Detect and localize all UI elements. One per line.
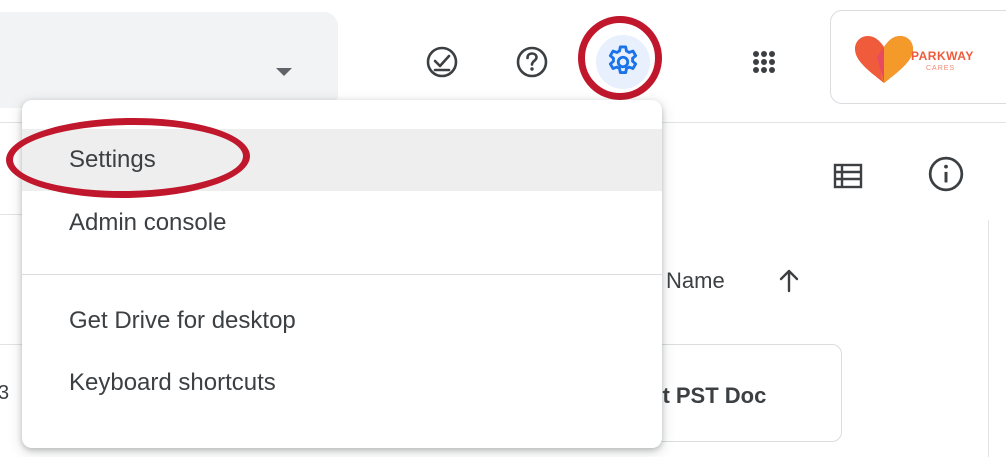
search-options-chevron-icon[interactable] — [276, 68, 292, 76]
offline-status-check-icon[interactable] — [418, 38, 466, 86]
menu-item-get-drive-for-desktop[interactable]: Get Drive for desktop — [22, 290, 662, 352]
partial-row-text: 3 — [0, 382, 10, 404]
help-icon[interactable] — [508, 38, 556, 86]
settings-highlight-annotation — [578, 16, 662, 100]
menu-item-keyboard-shortcuts[interactable]: Keyboard shortcuts — [22, 352, 662, 414]
heart-logo-icon — [855, 36, 913, 83]
arrow-up-icon[interactable] — [774, 266, 804, 296]
account-logo-button[interactable]: PARKWAY CARES — [830, 10, 1006, 104]
logo-subtext: CARES — [926, 65, 956, 72]
logo-text: PARKWAY — [911, 49, 974, 63]
info-icon[interactable] — [922, 150, 970, 198]
menu-item-admin-console[interactable]: Admin console — [22, 192, 662, 254]
menu-divider — [22, 274, 662, 275]
drive-screen: PARKWAY CARES Name 3 nt PST Doc Settings… — [0, 0, 1006, 457]
panel-divider — [988, 220, 989, 457]
apps-grid-icon[interactable] — [740, 38, 788, 86]
search-bar[interactable] — [0, 12, 338, 108]
name-column-header[interactable]: Name — [666, 268, 725, 294]
file-card-label: nt PST Doc — [649, 383, 767, 408]
list-view-icon[interactable] — [826, 154, 870, 198]
row-divider — [0, 214, 24, 215]
row-divider — [0, 344, 24, 345]
